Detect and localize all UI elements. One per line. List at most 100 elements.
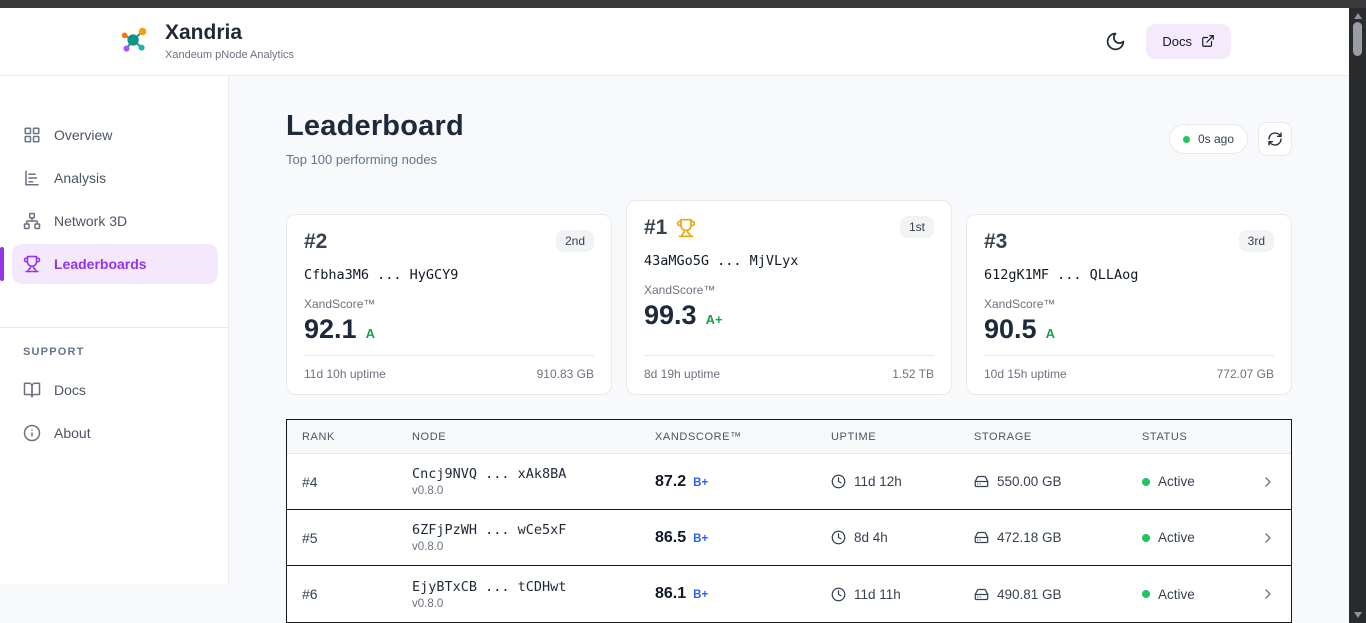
book-open-icon <box>23 381 41 399</box>
row-status: Active <box>1158 586 1195 602</box>
podium-card-2nd[interactable]: #2 2nd Cfbha3M6 ... HyGCY9 XandScore™ 92… <box>286 214 612 395</box>
row-node-id: 6ZFjPzWH ... wCe5xF <box>412 522 567 538</box>
column-header-status: STATUS <box>1142 430 1188 443</box>
refresh-icon <box>1267 131 1283 147</box>
table-header-row: RANK NODE XANDSCORE™ UPTIME STORAGE STAT… <box>287 420 1291 454</box>
podium-rank: #2 <box>304 230 328 253</box>
table-row[interactable]: #5 6ZFjPzWH ... wCe5xF v0.8.0 86.5 B+ 8d… <box>287 510 1291 566</box>
bar-chart-icon <box>23 169 41 187</box>
podium-badge: 1st <box>899 216 934 238</box>
row-uptime: 8d 4h <box>854 530 888 545</box>
layout-grid-icon <box>23 126 41 144</box>
hard-drive-icon <box>974 474 989 489</box>
sidebar-item-about[interactable]: About <box>12 413 218 453</box>
hard-drive-icon <box>974 530 989 545</box>
podium-score: 92.1 <box>304 314 357 344</box>
column-header-node: NODE <box>412 430 447 443</box>
moon-icon <box>1105 31 1126 52</box>
hard-drive-icon <box>974 587 989 602</box>
support-section-label: SUPPORT <box>23 346 85 358</box>
scrollbar-thumb[interactable] <box>1353 22 1362 56</box>
row-uptime: 11d 12h <box>854 474 902 489</box>
row-status: Active <box>1158 474 1195 489</box>
row-storage: 550.00 GB <box>997 474 1062 489</box>
sidebar-item-leaderboards[interactable]: Leaderboards <box>0 244 218 284</box>
row-storage: 490.81 GB <box>997 586 1062 602</box>
main-content: Leaderboard Top 100 performing nodes 0s … <box>229 76 1349 623</box>
app-window: Xandria Xandeum pNode Analytics Docs Ove… <box>0 8 1349 623</box>
sidebar-item-docs[interactable]: Docs <box>12 370 218 410</box>
clock-icon <box>831 530 846 545</box>
podium-card-3rd[interactable]: #3 3rd 612gK1MF ... QLLAog XandScore™ 90… <box>966 214 1292 395</box>
row-rank: #5 <box>302 529 318 546</box>
row-grade: B+ <box>693 589 709 601</box>
podium-card-1st[interactable]: #1 1st 43aMGo5G ... MjVLyx XandScore™ 99… <box>626 200 952 395</box>
column-header-rank: RANK <box>302 430 335 443</box>
card-divider <box>304 355 594 356</box>
row-uptime: 11d 11h <box>854 586 901 602</box>
sidebar-item-network-3d[interactable]: Network 3D <box>12 201 218 241</box>
browser-top-bar <box>0 0 1366 8</box>
network-icon <box>23 212 41 230</box>
podium-grade: A <box>1045 326 1055 341</box>
chevron-right-icon[interactable] <box>1230 474 1291 490</box>
app-logo-icon <box>118 24 152 58</box>
podium-badge: 2nd <box>555 230 594 252</box>
podium-badge: 3rd <box>1238 230 1274 252</box>
podium-grade: A+ <box>705 312 723 327</box>
row-node-id: Cncj9NVQ ... xAk8BA <box>412 466 567 482</box>
trophy-icon <box>23 255 41 273</box>
row-node-id: EjyBTxCB ... tCDHwt <box>412 578 567 595</box>
podium-node-id: Cfbha3M6 ... HyGCY9 <box>304 267 459 283</box>
podium-uptime: 11d 10h uptime <box>304 367 386 381</box>
clock-icon <box>831 474 846 489</box>
podium-storage: 1.52 TB <box>892 367 934 381</box>
row-grade: B+ <box>693 532 709 545</box>
table-row[interactable]: #6 EjyBTxCB ... tCDHwt v0.8.0 86.1 B+ 11… <box>287 566 1291 622</box>
card-divider <box>644 355 934 356</box>
sidebar-item-overview[interactable]: Overview <box>12 115 218 155</box>
podium-node-id: 612gK1MF ... QLLAog <box>984 267 1139 283</box>
table-row[interactable]: #4 Cncj9NVQ ... xAk8BA v0.8.0 87.2 B+ 11… <box>287 454 1291 510</box>
app-subtitle: Xandeum pNode Analytics <box>165 48 295 61</box>
podium-section: #2 2nd Cfbha3M6 ... HyGCY9 XandScore™ 92… <box>286 200 1292 395</box>
sidebar-item-label: Overview <box>54 127 113 143</box>
brand: Xandria Xandeum pNode Analytics <box>118 22 295 61</box>
row-storage: 472.18 GB <box>997 530 1062 545</box>
column-header-uptime: UPTIME <box>831 430 877 443</box>
last-refresh-badge: 0s ago <box>1168 124 1248 154</box>
podium-storage: 772.07 GB <box>1216 367 1274 381</box>
row-score: 86.1 <box>655 585 687 602</box>
row-grade: B+ <box>693 476 709 489</box>
sidebar-item-label: Leaderboards <box>54 256 147 272</box>
status-dot-icon <box>1142 477 1150 486</box>
podium-grade: A <box>365 326 375 341</box>
leaderboard-table: RANK NODE XANDSCORE™ UPTIME STORAGE STAT… <box>286 419 1292 623</box>
docs-button[interactable]: Docs <box>1146 23 1231 59</box>
sidebar-item-analysis[interactable]: Analysis <box>12 158 218 198</box>
score-label: XandScore™ <box>644 283 716 297</box>
row-status: Active <box>1158 530 1195 545</box>
refresh-button[interactable] <box>1258 122 1292 156</box>
docs-button-label: Docs <box>1162 33 1192 49</box>
column-header-storage: STORAGE <box>974 430 1032 443</box>
row-node-version: v0.8.0 <box>412 541 444 553</box>
scrollbar[interactable] <box>1349 8 1366 623</box>
sidebar-item-label: Analysis <box>54 170 107 186</box>
card-divider <box>984 355 1274 356</box>
chevron-right-icon[interactable] <box>1230 530 1291 546</box>
sidebar: Overview Analysis Network 3D Leaderboard… <box>0 76 229 584</box>
sidebar-item-label: Docs <box>54 382 86 398</box>
page-subtitle: Top 100 performing nodes <box>286 152 438 167</box>
info-icon <box>23 424 41 442</box>
sidebar-divider <box>0 327 228 328</box>
scroll-down-icon[interactable] <box>1353 612 1362 618</box>
chevron-right-icon[interactable] <box>1230 586 1291 602</box>
podium-storage: 910.83 GB <box>536 367 594 381</box>
row-node-version: v0.8.0 <box>412 597 444 610</box>
page-title: Leaderboard <box>286 110 464 142</box>
row-score: 86.5 <box>655 528 687 546</box>
scroll-up-icon[interactable] <box>1353 13 1362 19</box>
clock-icon <box>831 587 846 602</box>
theme-toggle-button[interactable] <box>1105 31 1126 52</box>
